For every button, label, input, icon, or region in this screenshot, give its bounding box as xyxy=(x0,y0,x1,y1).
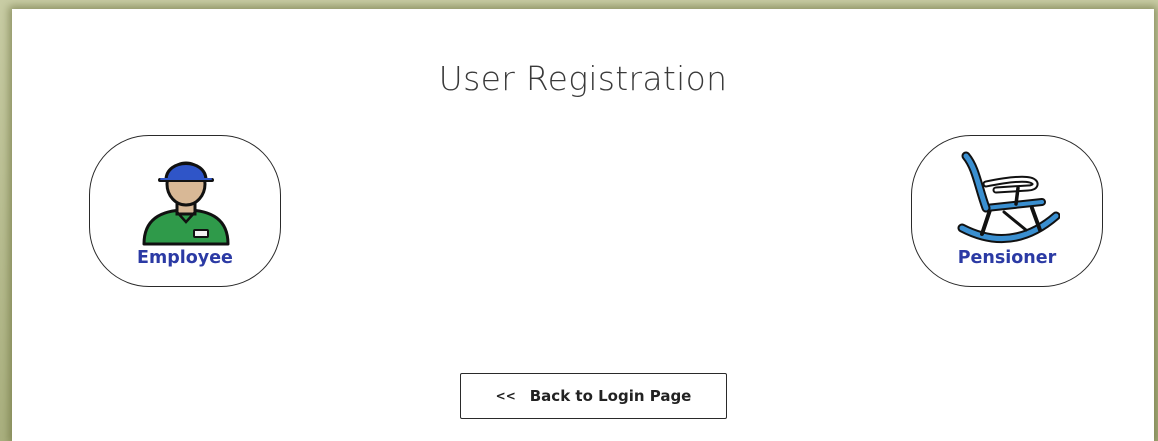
registration-panel: User Registration Employee Pensioner << … xyxy=(12,9,1154,441)
rocking-chair-icon xyxy=(956,150,1061,246)
employee-icon xyxy=(134,150,238,246)
page-title: User Registration xyxy=(438,59,728,98)
pensioner-label: Pensioner xyxy=(957,248,1057,268)
employee-option-card[interactable]: Employee xyxy=(89,135,281,287)
employee-label: Employee xyxy=(137,248,233,268)
back-button-label: Back to Login Page xyxy=(529,387,692,405)
double-chevron-left-icon: << xyxy=(495,389,516,403)
pensioner-option-card[interactable]: Pensioner xyxy=(911,135,1103,287)
back-to-login-button[interactable]: << Back to Login Page xyxy=(460,373,727,419)
window-frame: User Registration Employee Pensioner << … xyxy=(0,0,1158,441)
